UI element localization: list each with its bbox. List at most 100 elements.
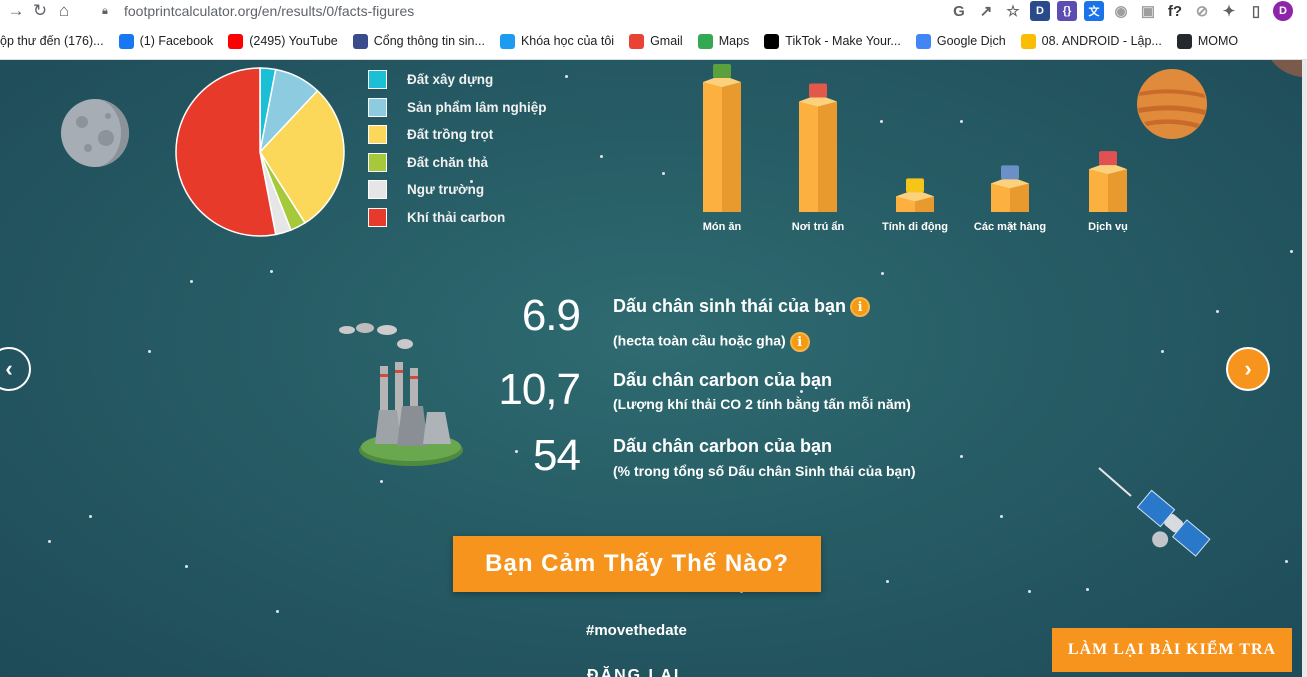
stat-subtitle-row: (hecta toàn cầu hoặc gha) i — [613, 332, 810, 352]
profile-avatar[interactable]: D — [1273, 1, 1293, 21]
reload-icon[interactable]: ↻ — [28, 0, 52, 22]
share-heading: ĐĂNG LẠI — [587, 667, 681, 677]
category-label: Các mặt hàng — [973, 221, 1047, 233]
house-icon — [809, 83, 827, 98]
star-dot — [48, 540, 51, 543]
bookmark-item[interactable]: Maps — [697, 33, 749, 49]
url-text: footprintcalculator.org/en/results/0/fac… — [124, 3, 415, 19]
legend-label: Sản phẩm lâm nghiệp — [407, 99, 547, 115]
bookmark-label: Google Dịch — [936, 34, 1006, 48]
star-dot — [1000, 515, 1003, 518]
puzzle-icon[interactable]: ✦ — [1219, 1, 1239, 21]
bookmark-item[interactable]: Khóa học của tôi — [499, 33, 615, 49]
compass-extension-icon[interactable]: ⊘ — [1192, 1, 1212, 21]
planet-edge-icon — [1271, 60, 1307, 77]
category-label: Dịch vụ — [1088, 221, 1128, 233]
feeling-cta-button[interactable]: Bạn Cảm Thấy Thế Nào? — [453, 536, 821, 592]
tiktok-icon — [764, 33, 780, 49]
next-arrow-button[interactable]: › — [1226, 347, 1270, 391]
star-dot — [148, 350, 151, 353]
forward-arrow-icon[interactable]: → — [4, 0, 28, 22]
bookmark-label: Khóa học của tôi — [520, 34, 615, 48]
prev-arrow-button[interactable]: ‹ — [0, 347, 31, 391]
category-bar — [991, 165, 1029, 212]
bookmark-item[interactable]: (1) Facebook — [118, 33, 213, 49]
bookmark-item[interactable]: 08. ANDROID - Lập... — [1020, 33, 1162, 49]
bookmark-item[interactable]: Gmail — [629, 33, 683, 49]
pie-legend: Đất xây dựng Sản phẩm lâm nghiệp Đất trồng… — [368, 66, 547, 231]
stat-subtitle: (hecta toàn cầu hoặc gha) — [613, 332, 786, 349]
bookmark-item[interactable]: TikTok - Make Your... — [764, 33, 901, 49]
translate-extension-icon[interactable]: 文 — [1084, 1, 1104, 21]
gmail-icon — [629, 33, 645, 49]
d-extension-icon[interactable]: D — [1030, 1, 1050, 21]
bookmark-item[interactable]: Google Dịch — [915, 33, 1006, 49]
star-dot — [600, 155, 603, 158]
bookmark-item[interactable]: (2495) YouTube — [228, 33, 338, 49]
legend-label: Đất trồng trọt — [407, 127, 494, 143]
shop-icon — [1099, 151, 1117, 166]
grass-top-icon — [713, 64, 731, 78]
bookmark-label: TikTok - Make Your... — [785, 34, 901, 48]
legend-label: Đất xây dựng — [407, 72, 494, 88]
star-dot — [886, 580, 889, 583]
category-bar — [1089, 151, 1127, 212]
results-page: Đất xây dựng Sản phẩm lâm nghiệp Đất trồng… — [0, 60, 1307, 677]
legend-swatch — [368, 180, 387, 200]
computer-icon — [1001, 165, 1019, 180]
home-icon[interactable]: ⌂ — [52, 0, 76, 22]
bookmark-label: MOMO — [1197, 34, 1239, 48]
legend-item: Ngư trường — [368, 176, 547, 204]
category-label: Tính di động — [882, 221, 948, 233]
star-dot — [276, 610, 279, 613]
bookmark-item[interactable]: MOMO — [1176, 33, 1239, 49]
star-dot — [1028, 590, 1031, 593]
category-bars — [703, 64, 1127, 212]
star-dot — [1086, 588, 1089, 591]
stat-title: Dấu chân carbon của bạn — [613, 370, 833, 390]
json-extension-icon[interactable]: {} — [1057, 1, 1077, 21]
legend-item: Khí thải carbon — [368, 204, 547, 232]
page-scrollbar[interactable] — [1302, 60, 1307, 677]
screenshot-extension-icon[interactable]: ▣ — [1138, 1, 1158, 21]
stat-subtitle-row: (% trong tổng số Dấu chân Sinh thái của … — [613, 463, 916, 479]
bot-extension-icon[interactable]: ◉ — [1111, 1, 1131, 21]
bookmark-label: Cổng thông tin sin... — [373, 34, 485, 48]
star-dot — [270, 270, 273, 273]
share-icon[interactable]: ↗ — [976, 1, 996, 21]
star-dot — [185, 565, 188, 568]
extension-toolbar: G ↗ ☆ D {} 文 ◉ ▣ f? ⊘ ✦ ▯ D — [949, 0, 1293, 22]
category-label: Nơi trú ẩn — [791, 221, 845, 233]
stat-title-row: Dấu chân sinh thái của bạn i — [613, 296, 871, 318]
bookmark-label: 08. ANDROID - Lập... — [1041, 34, 1162, 48]
star-dot — [380, 480, 383, 483]
taxi-icon — [906, 178, 924, 193]
bookmark-label: ộp thư đến (176)... — [0, 34, 104, 48]
chevron-right-icon: › — [1244, 356, 1252, 381]
translate-icon — [915, 33, 931, 49]
translate-page-icon[interactable]: G — [949, 1, 969, 21]
sidepanel-icon[interactable]: ▯ — [1246, 1, 1266, 21]
info-icon[interactable]: i — [850, 297, 871, 318]
retake-quiz-button[interactable]: LÀM LẠI BÀI KIỂM TRA — [1052, 628, 1292, 672]
category-label: Món ăn — [702, 221, 742, 233]
legend-swatch — [368, 152, 387, 172]
stat-value: 6.9 — [521, 291, 581, 340]
stat-subtitle: (% trong tổng số Dấu chân Sinh thái của … — [613, 463, 916, 479]
info-icon[interactable]: i — [789, 332, 810, 352]
bookmark-item[interactable]: Cổng thông tin sin... — [352, 33, 485, 49]
browser-chrome: → ↻ ⌂ 🔒︎ footprintcalculator.org/en/resu… — [0, 0, 1307, 60]
legend-label: Đất chăn thả — [407, 154, 489, 170]
address-bar[interactable]: 🔒︎ footprintcalculator.org/en/results/0/… — [102, 0, 414, 22]
bookmark-item[interactable]: ộp thư đến (176)... — [0, 34, 104, 48]
stat-value: 54 — [533, 431, 581, 480]
factory-icon — [339, 323, 463, 466]
formula-extension-icon[interactable]: f? — [1165, 1, 1185, 21]
legend-item: Đất xây dựng — [368, 66, 547, 94]
stat-title-row: Dấu chân carbon của bạn — [613, 436, 832, 457]
moon-icon — [61, 99, 129, 167]
legend-label: Khí thải carbon — [407, 209, 506, 225]
facebook-icon — [118, 33, 134, 49]
legend-item: Sản phẩm lâm nghiệp — [368, 94, 547, 122]
bookmark-star-icon[interactable]: ☆ — [1003, 1, 1023, 21]
